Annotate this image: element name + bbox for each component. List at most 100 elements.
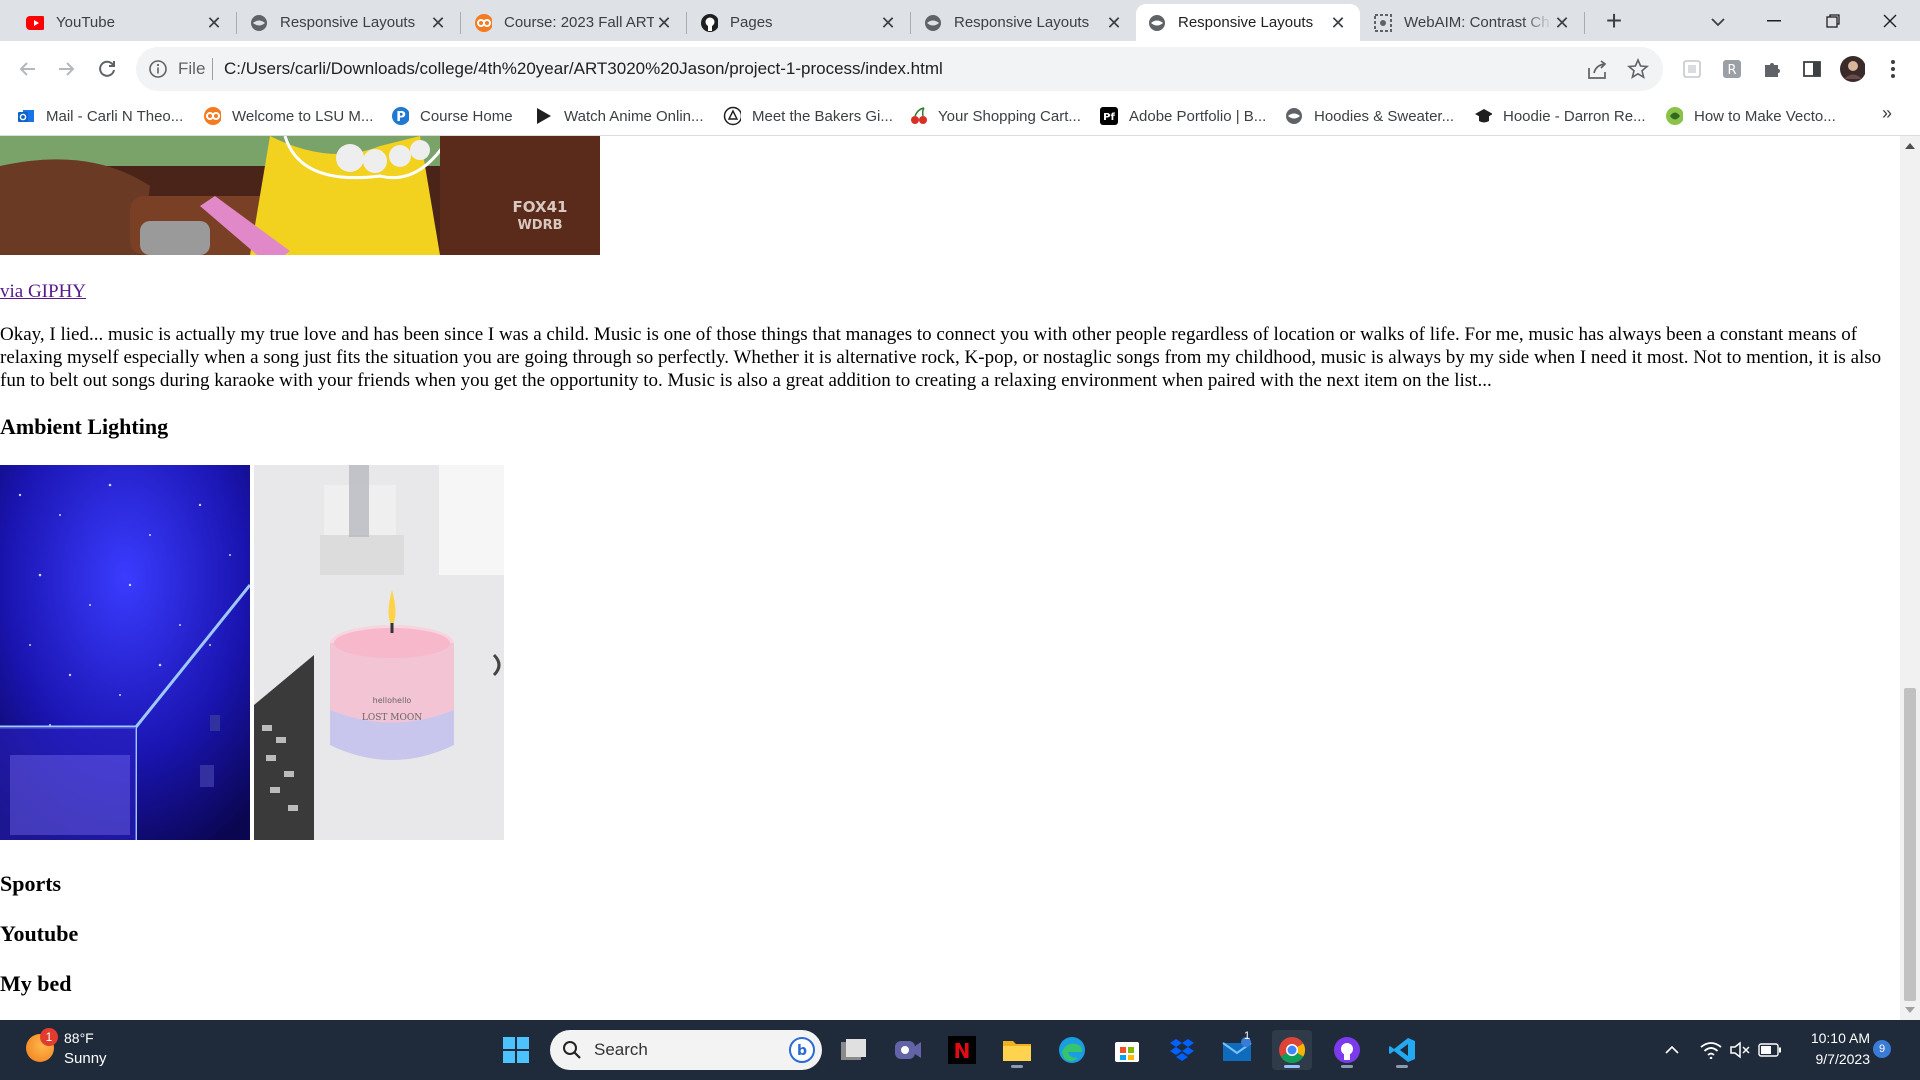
giphy-gif: FOX41 WDRB — [0, 136, 600, 255]
url-text[interactable]: C:/Users/carli/Downloads/college/4th%20y… — [224, 59, 943, 79]
mail-icon[interactable]: 1 — [1217, 1030, 1257, 1070]
tab-divider — [686, 12, 687, 34]
bookmark-shopping-cart[interactable]: Your Shopping Cart... — [909, 103, 1081, 129]
via-giphy-link[interactable]: via GIPHY — [0, 281, 86, 303]
close-icon[interactable]: ✕ — [878, 13, 898, 33]
back-button[interactable] — [10, 52, 44, 86]
globe-icon — [1148, 14, 1166, 32]
volume-muted-icon[interactable] — [1728, 1038, 1752, 1062]
bookmark-vector[interactable]: How to Make Vecto... — [1665, 103, 1836, 129]
restore-button[interactable] — [1805, 0, 1861, 41]
tab-divider — [236, 12, 237, 34]
tab-pages[interactable]: Pages ✕ — [688, 4, 910, 41]
chevron-down-icon[interactable] — [1703, 7, 1733, 37]
gif-watermark-line2: WDRB — [517, 218, 562, 233]
adobe-portfolio-icon: Pf — [1100, 107, 1118, 125]
scroll-down-arrow-icon[interactable] — [1900, 1000, 1920, 1020]
bookmark-outlook[interactable]: Mail - Carli N Theo... — [17, 103, 183, 129]
notification-badge[interactable]: 9 — [1873, 1040, 1891, 1058]
moodle-icon — [203, 107, 221, 125]
cherry-icon — [909, 107, 927, 125]
divider — [212, 58, 213, 80]
wifi-icon[interactable] — [1699, 1038, 1723, 1062]
chrome-icon[interactable] — [1272, 1030, 1312, 1070]
scheme-label: File — [178, 59, 206, 78]
puzzle-icon[interactable] — [1759, 56, 1785, 82]
bookmark-anime[interactable]: Watch Anime Onlin... — [535, 103, 704, 129]
running-indicator — [1011, 1065, 1023, 1068]
galaxy-light-photo — [0, 465, 250, 840]
tab-webaim[interactable]: WebAIM: Contrast Ch ✕ — [1362, 4, 1584, 41]
scroll-up-arrow-icon[interactable] — [1900, 136, 1920, 156]
bookmark-hoodies[interactable]: Hoodies & Sweater... — [1285, 103, 1454, 129]
tab-title: Responsive Layouts — [280, 14, 416, 31]
close-window-button[interactable] — [1862, 0, 1918, 41]
svg-text:b: b — [797, 1043, 807, 1059]
edge-icon[interactable] — [1052, 1030, 1092, 1070]
search-placeholder: Search — [594, 1040, 648, 1059]
vscode-icon[interactable] — [1382, 1030, 1422, 1070]
taskbar-search-box[interactable]: Search b — [550, 1030, 822, 1070]
close-icon[interactable]: ✕ — [1328, 13, 1348, 33]
tab-responsive-layouts[interactable]: Responsive Layouts ✕ — [912, 4, 1136, 41]
heading-ambient-lighting: Ambient Lighting — [0, 414, 169, 439]
mail-badge: 1 — [1244, 1030, 1251, 1042]
close-icon[interactable]: ✕ — [654, 13, 674, 33]
bookmark-label: Meet the Bakers Gi... — [752, 107, 893, 125]
close-icon[interactable]: ✕ — [204, 13, 224, 33]
moodle-icon — [474, 13, 492, 32]
tab-title: WebAIM: Contrast Ch — [1404, 14, 1550, 31]
close-icon[interactable]: ✕ — [428, 13, 448, 33]
tab-responsive-layouts-active[interactable]: Responsive Layouts ✕ — [1136, 4, 1360, 41]
share-icon[interactable] — [1586, 59, 1608, 81]
github-desktop-icon[interactable] — [1327, 1030, 1367, 1070]
battery-icon[interactable] — [1758, 1038, 1782, 1062]
more-bookmarks-button[interactable]: » — [1882, 103, 1892, 124]
new-tab-button[interactable]: + — [1598, 6, 1630, 38]
tab-youtube[interactable]: YouTube ✕ — [14, 4, 236, 41]
bookmark-label: Mail - Carli N Theo... — [46, 107, 184, 125]
running-indicator — [1341, 1065, 1353, 1068]
weather-temperature: 88°F — [64, 1030, 94, 1046]
netflix-icon[interactable]: N — [942, 1030, 982, 1070]
bookmark-course-home[interactable]: P Course Home — [391, 103, 513, 129]
bookmark-star-icon[interactable] — [1627, 57, 1649, 80]
browser-toolbar: File C:/Users/carli/Downloads/college/4t… — [0, 41, 1920, 97]
candle-photo: hellohello LOST MOON — [254, 465, 504, 840]
extension-r-icon[interactable]: R — [1719, 56, 1745, 82]
running-indicator — [1396, 1065, 1408, 1068]
file-explorer-icon[interactable] — [997, 1030, 1037, 1070]
minimize-button[interactable] — [1746, 0, 1802, 41]
close-icon[interactable]: ✕ — [1104, 13, 1124, 33]
chevron-up-icon[interactable] — [1660, 1038, 1684, 1062]
dropbox-icon[interactable] — [1162, 1030, 1202, 1070]
tab-course[interactable]: Course: 2023 Fall ART ✕ — [462, 4, 686, 41]
store-icon[interactable] — [1107, 1030, 1147, 1070]
start-button[interactable] — [496, 1030, 536, 1070]
extension-icon[interactable] — [1679, 56, 1705, 82]
heading-youtube: Youtube — [0, 921, 79, 946]
side-panel-icon[interactable] — [1799, 56, 1825, 82]
bookmark-bakers[interactable]: Meet the Bakers Gi... — [723, 103, 893, 129]
tab-responsive-layouts[interactable]: Responsive Layouts ✕ — [238, 4, 460, 41]
outlook-icon — [17, 107, 35, 125]
bookmark-hoodie-darron[interactable]: Hoodie - Darron Re... — [1474, 103, 1646, 129]
address-bar[interactable]: File C:/Users/carli/Downloads/college/4t… — [136, 47, 1663, 91]
menu-kebab-icon[interactable] — [1880, 56, 1906, 82]
reload-button[interactable] — [90, 52, 124, 86]
scrollbar-thumb[interactable] — [1904, 688, 1916, 1001]
teams-icon[interactable] — [888, 1030, 928, 1070]
bookmark-label: Hoodie - Darron Re... — [1503, 107, 1646, 125]
info-icon[interactable] — [148, 59, 168, 79]
svg-text:N: N — [954, 1039, 971, 1063]
forward-button[interactable] — [50, 52, 84, 86]
bookmark-label: Adobe Portfolio | B... — [1129, 107, 1267, 125]
bookmark-adobe-portfolio[interactable]: Pf Adobe Portfolio | B... — [1100, 103, 1266, 129]
profile-avatar[interactable] — [1839, 56, 1865, 82]
heading-sports: Sports — [0, 871, 62, 896]
play-icon — [535, 107, 553, 125]
bookmark-lsu-moodle[interactable]: Welcome to LSU M... — [203, 103, 373, 129]
close-icon[interactable]: ✕ — [1552, 13, 1572, 33]
page-scrollbar[interactable] — [1900, 136, 1920, 1020]
task-view-icon[interactable] — [834, 1030, 874, 1070]
